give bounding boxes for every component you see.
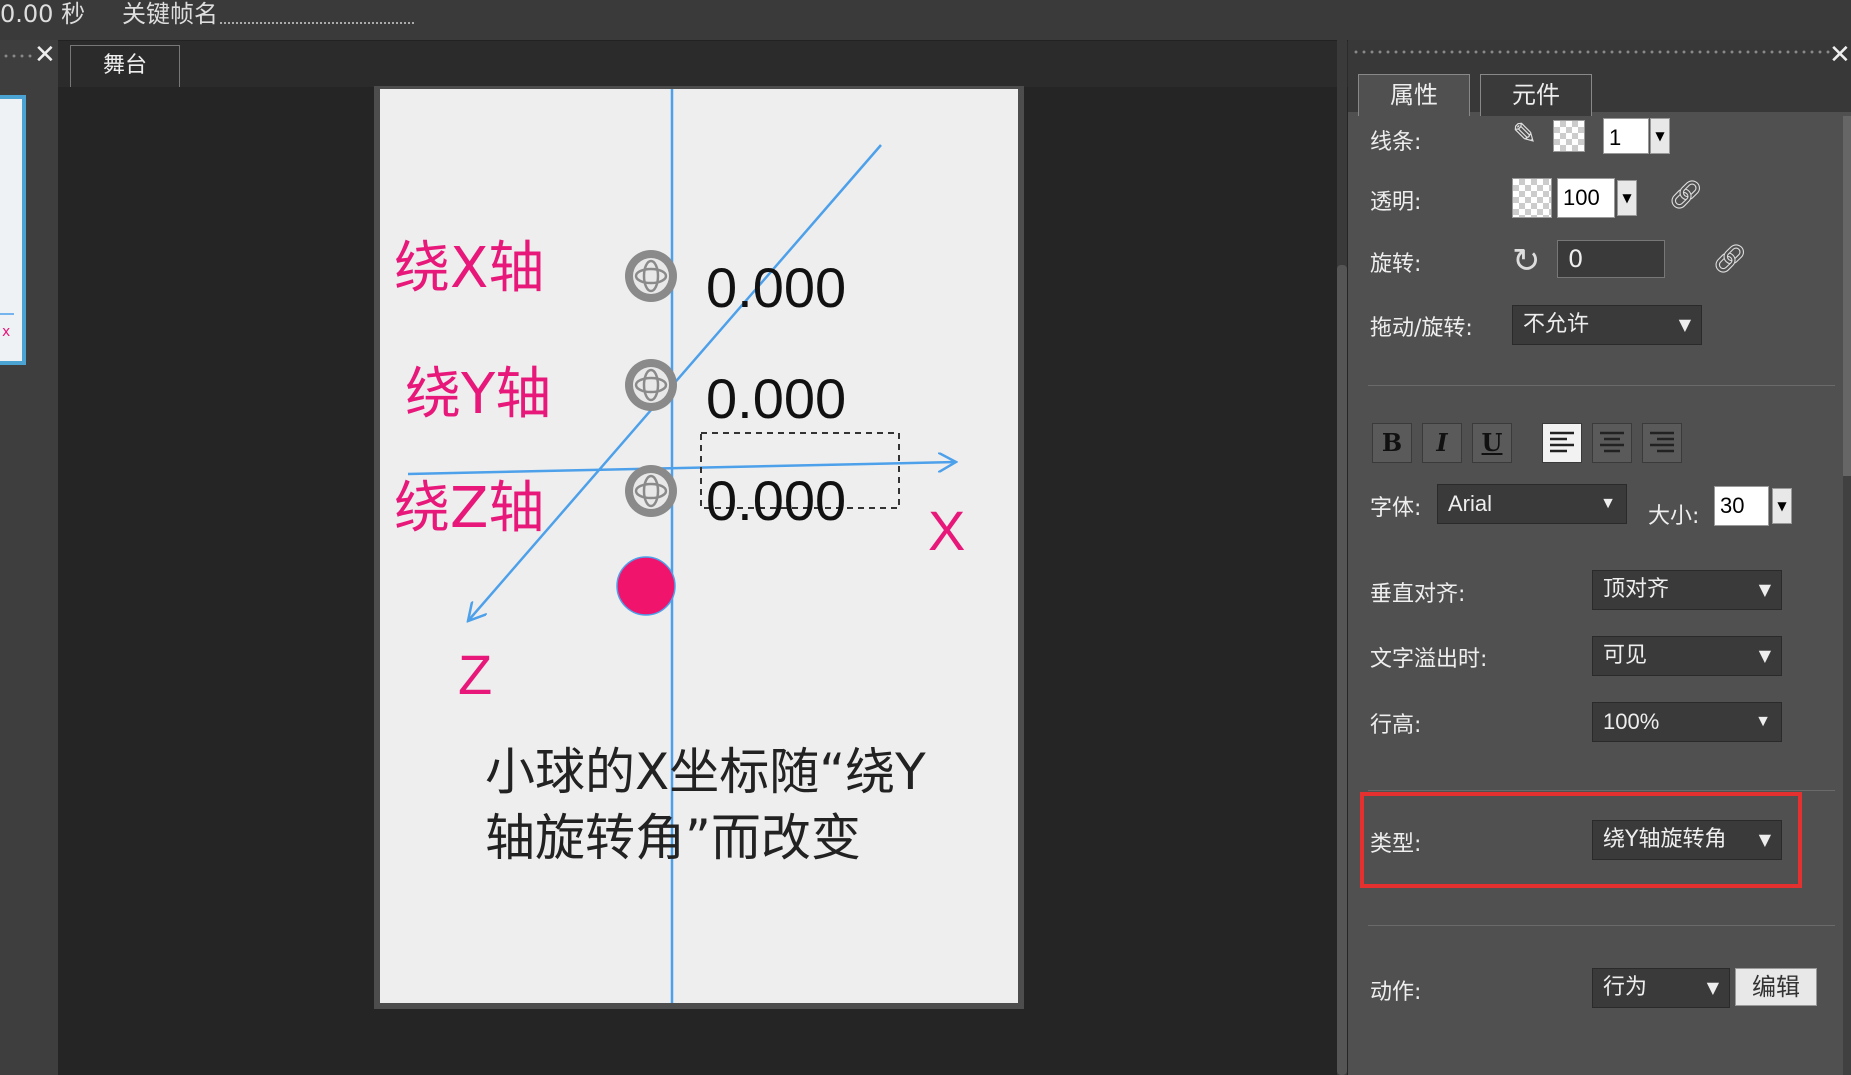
drag-rotate-label: 拖动/旋转: [1370,316,1473,341]
chevron-down-icon[interactable]: ▼ [1617,180,1637,216]
font-size-label: 大小: [1648,504,1700,529]
rotate-z-label: 绕Z轴 [394,476,545,541]
opacity-input[interactable]: 100 [1557,178,1615,218]
font-select[interactable]: Arial ▼ [1437,484,1627,524]
z-axis-label: Z [458,643,493,706]
x-axis-label: X [928,499,966,562]
rotation-input[interactable]: 0 [1557,240,1665,278]
thumbnail-preview: x [0,313,14,340]
chevron-down-icon: ▼ [1758,580,1771,599]
font-size-input[interactable]: 30 [1714,486,1769,526]
close-icon[interactable]: ✕ [1829,42,1851,68]
font-value: Arial [1448,491,1493,516]
pink-ball [616,556,676,616]
rotate-x-value[interactable]: 0.000 [706,258,846,318]
stage-scrollbar-thumb[interactable] [1337,265,1347,1075]
opacity-label: 透明: [1370,190,1422,215]
panel-scrollbar-thumb[interactable] [1843,116,1851,476]
time-readout: 0.00 秒 [0,0,86,28]
rotate-icon[interactable]: ↻ [1512,244,1541,278]
chevron-down-icon: ▼ [1758,646,1771,665]
line-height-label: 行高: [1370,713,1422,738]
stage-canvas[interactable]: 绕X轴 绕Y轴 绕Z轴 0.000 0.000 0.000 X Z 小球的X坐标… [380,89,1018,1003]
stroke-label: 线条: [1370,130,1422,155]
close-icon[interactable]: ✕ [34,42,56,68]
tab-components[interactable]: 元件 [1480,74,1592,116]
bold-button[interactable]: B [1372,423,1412,463]
keyframe-name-label[interactable]: 关键帧名 [122,0,218,29]
divider [1368,925,1835,926]
valign-label: 垂直对齐: [1370,582,1466,607]
divider [1368,790,1835,791]
tab-stage[interactable]: 舞台 [70,45,180,87]
highlight-box [1360,792,1802,888]
top-bar: 0.00 秒 关键帧名 [0,0,1851,41]
font-label: 字体: [1370,496,1422,521]
opacity-swatch[interactable] [1512,178,1552,218]
line-height-select[interactable]: 100% ▼ [1592,702,1782,742]
orb-icon[interactable] [623,357,679,413]
drag-handle[interactable] [2,52,36,60]
align-left-icon[interactable] [1542,423,1582,463]
align-right-icon[interactable] [1642,423,1682,463]
underline-button[interactable]: U [1472,423,1512,463]
rotate-x-label: 绕X轴 [394,236,545,301]
keyframe-name-underline [220,22,414,24]
chevron-down-icon: ▼ [1600,495,1616,512]
action-label: 动作: [1370,980,1422,1005]
line-height-value: 100% [1603,709,1660,734]
chevron-down-icon: ▼ [1755,713,1771,730]
overflow-label: 文字溢出时: [1370,647,1488,672]
overflow-select[interactable]: 可见 ▼ [1592,636,1782,676]
page-thumbnail[interactable]: x [0,95,26,365]
rotate-z-value[interactable]: 0.000 [706,471,846,531]
chevron-down-icon: ▼ [1678,315,1691,334]
stroke-width-input[interactable]: 1 [1603,118,1649,154]
link-icon[interactable]: 🔗︎ [1712,244,1748,274]
italic-button[interactable]: I [1422,423,1462,463]
align-center-icon[interactable] [1592,423,1632,463]
drag-rotate-value: 不允许 [1523,312,1590,337]
link-icon[interactable]: 🔗︎ [1668,180,1704,210]
edit-button[interactable]: 编辑 [1735,968,1817,1006]
rotation-label: 旋转: [1370,252,1422,277]
rotate-y-label: 绕Y轴 [405,362,552,427]
stroke-color-swatch[interactable] [1553,120,1585,152]
tab-properties[interactable]: 属性 [1358,74,1470,116]
divider [1368,385,1835,386]
overflow-value: 可见 [1603,643,1648,668]
svg-text:x: x [2,324,10,340]
description-text[interactable]: 小球的X坐标随“绕Y轴旋转角”而改变 [485,739,945,871]
chevron-down-icon[interactable]: ▼ [1772,488,1792,524]
action-select[interactable]: 行为 ▼ [1592,968,1730,1008]
panel-drag-handle[interactable] [1352,48,1832,56]
orb-icon[interactable] [623,248,679,304]
valign-select[interactable]: 顶对齐 ▼ [1592,570,1782,610]
rotate-y-value[interactable]: 0.000 [706,369,846,429]
chevron-down-icon: ▼ [1706,978,1719,997]
pencil-icon[interactable]: ✎ [1512,120,1537,150]
x-axis-line [407,462,956,476]
orb-icon[interactable] [623,463,679,519]
action-value: 行为 [1603,975,1648,1000]
valign-value: 顶对齐 [1603,577,1670,602]
drag-rotate-select[interactable]: 不允许 ▼ [1512,305,1702,345]
chevron-down-icon[interactable]: ▼ [1650,118,1670,154]
